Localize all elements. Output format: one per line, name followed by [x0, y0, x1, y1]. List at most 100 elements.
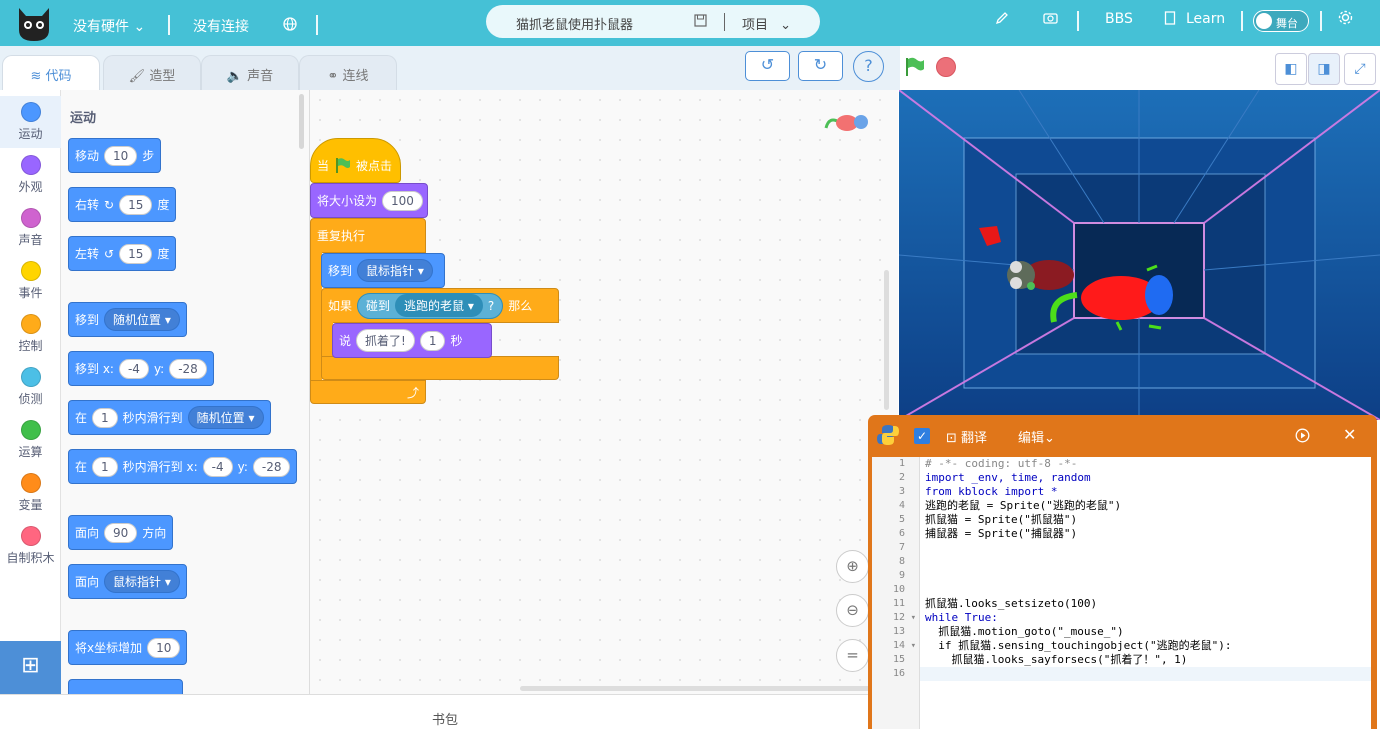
block-input[interactable]: 90 — [104, 522, 138, 543]
gear-icon[interactable] — [1338, 10, 1353, 25]
zoom-reset-button[interactable]: = — [836, 639, 869, 672]
block-dropdown[interactable]: 随机位置 ▾ — [104, 308, 180, 331]
add-extension-button[interactable]: ⊞ — [0, 641, 61, 694]
category-sensing[interactable]: 侦测 — [0, 361, 61, 413]
block-partial[interactable] — [68, 679, 183, 694]
block-dropdown[interactable]: 随机位置 ▾ — [187, 406, 264, 429]
block-point-direction[interactable]: 面向 90 方向 — [68, 515, 174, 550]
close-icon[interactable]: ✕ — [1343, 425, 1356, 444]
block-touching[interactable]: 碰到 逃跑的老鼠 ▾? — [357, 292, 504, 319]
block-input[interactable]: 15 — [119, 194, 153, 215]
normal-stage-button[interactable]: ◨ — [1308, 53, 1340, 85]
help-button[interactable]: ? — [853, 51, 884, 82]
hardware-menu[interactable]: 没有硬件 ⌄ — [73, 16, 145, 36]
camera-icon[interactable] — [1043, 11, 1058, 25]
block-input[interactable]: 100 — [382, 190, 423, 211]
code-line[interactable]: 抓鼠猫.looks_setsizeto(100) — [920, 597, 1371, 611]
backpack-bar[interactable]: 书包 — [0, 694, 870, 729]
block-move-steps[interactable]: 移动 10 步 — [68, 138, 162, 173]
bbs-link[interactable]: BBS — [1105, 11, 1133, 27]
palette-scrollbar[interactable] — [299, 94, 304, 149]
category-motion[interactable]: 运动 — [0, 96, 61, 148]
block-input[interactable]: -28 — [252, 456, 291, 477]
block-input[interactable]: 1 — [92, 456, 118, 477]
stop-icon[interactable] — [936, 57, 956, 77]
stage-toggle[interactable]: 舞台 — [1253, 10, 1309, 32]
code-line[interactable]: while True: — [920, 611, 1371, 625]
category-looks[interactable]: 外观 — [0, 149, 61, 201]
code-line[interactable]: from kblock import * — [920, 485, 1371, 499]
connection-menu[interactable]: 没有连接 — [193, 16, 249, 36]
block-if[interactable]: 如果 碰到 逃跑的老鼠 ▾? 那么 — [321, 288, 559, 323]
fullscreen-button[interactable]: ⤢ — [1344, 53, 1376, 85]
code-line[interactable]: if 抓鼠猫.sensing_touchingobject("逃跑的老鼠"): — [920, 639, 1371, 653]
code-line[interactable] — [920, 555, 1371, 569]
tab-wiring[interactable]: ⚭ 连线 — [299, 55, 397, 91]
block-forever[interactable]: 重复执行 — [310, 218, 426, 253]
block-glide-xy[interactable]: 在 1 秒内滑行到 x: -4 y: -28 — [68, 449, 298, 484]
fold-arrow-icon[interactable]: ▾ — [911, 611, 916, 625]
block-goto-xy[interactable]: 移到 x: -4 y: -28 — [68, 351, 214, 386]
code-line[interactable]: 捕鼠器 = Sprite("捕鼠器") — [920, 527, 1371, 541]
category-events[interactable]: 事件 — [0, 255, 61, 307]
category-my-blocks[interactable]: 自制积木 — [0, 520, 61, 572]
sync-checkbox[interactable]: ✓ — [914, 428, 930, 444]
small-stage-button[interactable]: ◧ — [1275, 53, 1307, 85]
edit-menu[interactable]: 编辑⌄ — [1018, 427, 1055, 446]
tab-costumes[interactable]: 🖌 造型 — [103, 55, 201, 91]
hat-block-when-flag-clicked[interactable]: 当 被点击 — [310, 138, 401, 183]
block-goto[interactable]: 移到 随机位置 ▾ — [68, 302, 187, 337]
stage-canvas[interactable] — [899, 90, 1380, 420]
block-dropdown[interactable]: 逃跑的老鼠 ▾ — [395, 294, 483, 317]
cat-logo-icon[interactable] — [16, 4, 52, 42]
globe-icon[interactable] — [283, 17, 297, 31]
redo-button[interactable]: ↻ — [798, 51, 843, 81]
code-line[interactable]: 抓鼠猫.motion_goto("_mouse_") — [920, 625, 1371, 639]
block-turn-right[interactable]: 右转 ↻ 15 度 — [68, 187, 177, 222]
block-say-for-secs[interactable]: 说抓着了! 1 秒 — [332, 323, 492, 358]
block-input[interactable]: 抓着了! — [356, 329, 415, 352]
block-change-x[interactable]: 将x坐标增加 10 — [68, 630, 188, 665]
zoom-in-button[interactable]: ⊕ — [836, 550, 869, 583]
code-editor[interactable]: # -*- coding: utf-8 -*- import _env, time… — [920, 457, 1371, 729]
project-menu[interactable]: 项目 ⌄ — [742, 14, 791, 33]
block-input[interactable]: -4 — [202, 456, 233, 477]
block-dropdown[interactable]: 鼠标指针 ▾ — [104, 570, 180, 593]
translate-button[interactable]: ⊡ 翻译 — [946, 427, 987, 446]
code-line[interactable]: 抓鼠猫.looks_sayforsecs("抓着了！", 1) — [920, 653, 1371, 667]
block-input[interactable]: 10 — [147, 637, 181, 658]
block-input[interactable]: -28 — [169, 358, 207, 379]
category-control[interactable]: 控制 — [0, 308, 61, 360]
undo-button[interactable]: ↺ — [745, 51, 790, 81]
tab-code[interactable]: ≋ 代码 — [2, 55, 100, 91]
block-goto-mouse[interactable]: 移到 鼠标指针 ▾ — [321, 253, 445, 288]
run-icon[interactable] — [1295, 428, 1310, 443]
code-line[interactable]: 逃跑的老鼠 = Sprite("逃跑的老鼠") — [920, 499, 1371, 513]
block-input[interactable]: -4 — [118, 358, 149, 379]
block-input[interactable]: 15 — [119, 243, 153, 264]
zoom-out-button[interactable]: ⊖ — [836, 594, 869, 627]
code-line[interactable] — [920, 541, 1371, 555]
code-line[interactable] — [920, 569, 1371, 583]
code-line[interactable]: # -*- coding: utf-8 -*- — [920, 457, 1371, 471]
block-point-towards[interactable]: 面向 鼠标指针 ▾ — [68, 564, 187, 599]
pencil-icon[interactable] — [995, 11, 1009, 25]
code-line[interactable]: 抓鼠猫 = Sprite("抓鼠猫") — [920, 513, 1371, 527]
tab-sounds[interactable]: 🔈 声音 — [201, 55, 299, 91]
block-input[interactable]: 10 — [104, 145, 138, 166]
green-flag-icon[interactable] — [903, 56, 925, 78]
code-line[interactable] — [920, 583, 1371, 597]
learn-link[interactable]: Learn — [1186, 11, 1225, 27]
block-dropdown[interactable]: 鼠标指针 ▾ — [357, 259, 433, 282]
project-name-input[interactable]: 猫抓老鼠使用扑鼠器 — [516, 14, 633, 33]
block-glide[interactable]: 在 1 秒内滑行到 随机位置 ▾ — [68, 400, 271, 435]
save-icon[interactable] — [694, 14, 707, 27]
category-operators[interactable]: 运算 — [0, 414, 61, 466]
category-sound[interactable]: 声音 — [0, 202, 61, 254]
fold-arrow-icon[interactable]: ▾ — [911, 639, 916, 653]
block-input[interactable]: 1 — [92, 407, 118, 428]
code-line[interactable]: import _env, time, random — [920, 471, 1371, 485]
script-scrollbar-v[interactable] — [884, 270, 889, 410]
script-scrollbar-h[interactable] — [520, 686, 870, 691]
block-set-size[interactable]: 将大小设为 100 — [310, 183, 428, 218]
